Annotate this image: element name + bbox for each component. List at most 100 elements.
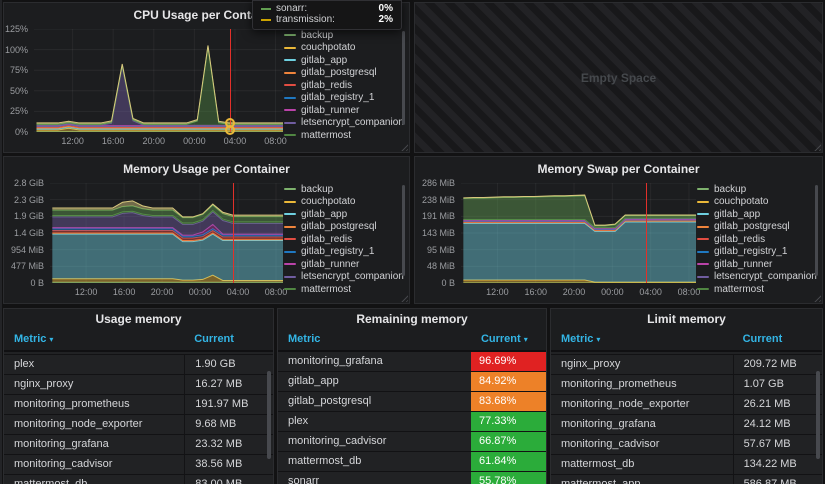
legend-item-letsencrypt_companion[interactable]: letsencrypt_companion	[284, 117, 405, 130]
legend-label: backup	[301, 184, 333, 195]
legend-item-gitlab_postgresql[interactable]: gitlab_postgresql	[697, 221, 818, 234]
table-row-monitoring_node_exporter: monitoring_node_exporter 26.21 MB	[551, 395, 822, 415]
legend-color-dash	[697, 226, 709, 228]
cell-metric: monitoring_cadvisor	[561, 435, 659, 454]
column-header-metric[interactable]: Metric▾	[561, 330, 600, 349]
legend-item-gitlab_app[interactable]: gitlab_app	[284, 208, 405, 221]
cell-current: 77.33%	[471, 412, 546, 431]
legend-item-couchpotato[interactable]: couchpotato	[697, 196, 818, 209]
legend-color-dash	[697, 213, 709, 215]
legend-item-gitlab_redis[interactable]: gitlab_redis	[697, 233, 818, 246]
x-tick-label: 00:00	[183, 136, 206, 146]
legend-item-gitlab_runner[interactable]: gitlab_runner	[284, 258, 405, 271]
legend-item-gitlab_registry_1[interactable]: gitlab_registry_1	[284, 246, 405, 259]
series-line-mattermost	[36, 47, 283, 124]
legend-item-couchpotato[interactable]: couchpotato	[284, 42, 405, 55]
column-header-current[interactable]: Current	[194, 330, 234, 349]
y-tick-label: 95 MiB	[427, 245, 455, 255]
y-tick-label: 48 MiB	[427, 261, 455, 271]
legend-scrollbar-thumb[interactable]	[402, 31, 405, 125]
series-area-letsencrypt_companion	[36, 66, 283, 125]
column-header-current[interactable]: Current▾	[481, 330, 528, 349]
legend-item-letsencrypt_companion[interactable]: letsencrypt_companion	[697, 271, 818, 284]
cell-current: 26.21 MB	[733, 395, 822, 414]
cell-current: 1.07 GB	[733, 375, 822, 394]
legend-item-gitlab_runner[interactable]: gitlab_runner	[284, 104, 405, 117]
column-header-metric[interactable]: Metric▾	[14, 330, 53, 349]
table-row-mattermost_db: mattermost_db61.84%	[278, 452, 546, 472]
legend-item-gitlab_redis[interactable]: gitlab_redis	[284, 233, 405, 246]
legend-color-dash	[284, 276, 296, 278]
cell-metric: mattermost_db	[288, 452, 361, 471]
legend-item-backup[interactable]: backup	[284, 183, 405, 196]
cell-metric: monitoring_node_exporter	[561, 395, 689, 414]
x-tick-label: 04:00	[224, 136, 247, 146]
y-tick-label: 191 MiB	[422, 211, 455, 221]
table-title-remaining-memory[interactable]: Remaining memory	[278, 309, 546, 330]
table-header-row: Metric▾ Current	[4, 330, 273, 352]
empty-space-label: Empty Space	[415, 71, 822, 85]
table-body: monitoring_grafana96.69%gitlab_app84.92%…	[278, 352, 546, 484]
sort-desc-icon: ▾	[524, 335, 528, 344]
legend-item-mattermost[interactable]: mattermost	[697, 283, 818, 296]
cell-metric: gitlab_postgresql	[288, 392, 371, 411]
legend-item-backup[interactable]: backup	[697, 183, 818, 196]
legend-color-dash	[284, 122, 296, 124]
cell-metric: monitoring_cadvisor	[14, 455, 112, 474]
legend-scrollbar-thumb[interactable]	[402, 185, 405, 276]
cell-current: 96.69%	[471, 352, 546, 371]
left-edge-sliver	[0, 0, 2, 484]
column-header-metric-label: Metric	[288, 333, 320, 345]
legend-item-mattermost[interactable]: mattermost	[284, 283, 405, 296]
legend-item-gitlab_registry_1[interactable]: gitlab_registry_1	[284, 92, 405, 105]
table-scrollbar-thumb[interactable]	[267, 371, 271, 459]
y-axis-labels: 0 B48 MiB95 MiB143 MiB191 MiB238 MiB286 …	[415, 183, 461, 283]
table-title-usage-memory[interactable]: Usage memory	[4, 309, 273, 330]
cell-current: 57.67 MB	[733, 435, 822, 454]
legend-color-dash	[697, 251, 709, 253]
legend-item-gitlab_app[interactable]: gitlab_app	[697, 208, 818, 221]
table-title-limit-memory[interactable]: Limit memory	[551, 309, 822, 330]
y-tick-label: 0 B	[30, 278, 44, 288]
plot-area	[461, 183, 696, 283]
legend-item-gitlab_runner[interactable]: gitlab_runner	[697, 258, 818, 271]
legend-label: couchpotato	[301, 42, 356, 53]
legend-item-gitlab_redis[interactable]: gitlab_redis	[284, 79, 405, 92]
cell-current: 16.27 MB	[184, 375, 273, 394]
legend-scrollbar-thumb[interactable]	[815, 185, 818, 276]
legend-label: couchpotato	[301, 196, 356, 207]
legend-item-gitlab_app[interactable]: gitlab_app	[284, 54, 405, 67]
legend-item-backup[interactable]: backup	[284, 29, 405, 42]
tooltip-series-value: 0%	[379, 3, 393, 14]
cell-current: 83.00 MB	[184, 475, 273, 484]
y-tick-label: 954 MiB	[11, 245, 44, 255]
legend-color-dash	[284, 97, 296, 99]
legend-item-gitlab_postgresql[interactable]: gitlab_postgresql	[284, 221, 405, 234]
x-tick-label: 00:00	[601, 287, 624, 297]
panel-title-memory-swap[interactable]: Memory Swap per Container	[415, 162, 822, 176]
legend-item-couchpotato[interactable]: couchpotato	[284, 196, 405, 209]
chart-canvas	[34, 29, 283, 132]
legend-label: gitlab_runner	[301, 105, 359, 116]
panel-title-memory-usage[interactable]: Memory Usage per Container	[4, 162, 409, 176]
table-header-row: Metric▾ Current	[551, 330, 822, 352]
tooltip-row-transmission: transmission:2%	[261, 14, 393, 25]
legend-color-dash	[284, 134, 296, 136]
x-axis-labels: 12:0016:0020:0000:0004:0008:00	[34, 136, 283, 148]
x-tick-label: 20:00	[563, 287, 586, 297]
legend-item-mattermost[interactable]: mattermost	[284, 129, 405, 142]
column-header-current-label: Current	[194, 333, 234, 345]
table-scrollbar-thumb[interactable]	[816, 371, 820, 459]
legend-item-letsencrypt_companion[interactable]: letsencrypt_companion	[284, 271, 405, 284]
column-header-metric[interactable]: Metric	[288, 330, 320, 349]
chart-legend: backupcouchpotatogitlab_appgitlab_postgr…	[697, 183, 818, 300]
chart-legend: backupcouchpotatogitlab_appgitlab_postgr…	[284, 183, 405, 300]
legend-item-gitlab_postgresql[interactable]: gitlab_postgresql	[284, 67, 405, 80]
column-header-current[interactable]: Current	[743, 330, 783, 349]
legend-color-dash	[697, 238, 709, 240]
legend-label: backup	[301, 30, 333, 41]
legend-item-gitlab_registry_1[interactable]: gitlab_registry_1	[697, 246, 818, 259]
legend-color-dash	[284, 201, 296, 203]
cell-metric: monitoring_grafana	[561, 415, 656, 434]
x-tick-label: 04:00	[639, 287, 662, 297]
